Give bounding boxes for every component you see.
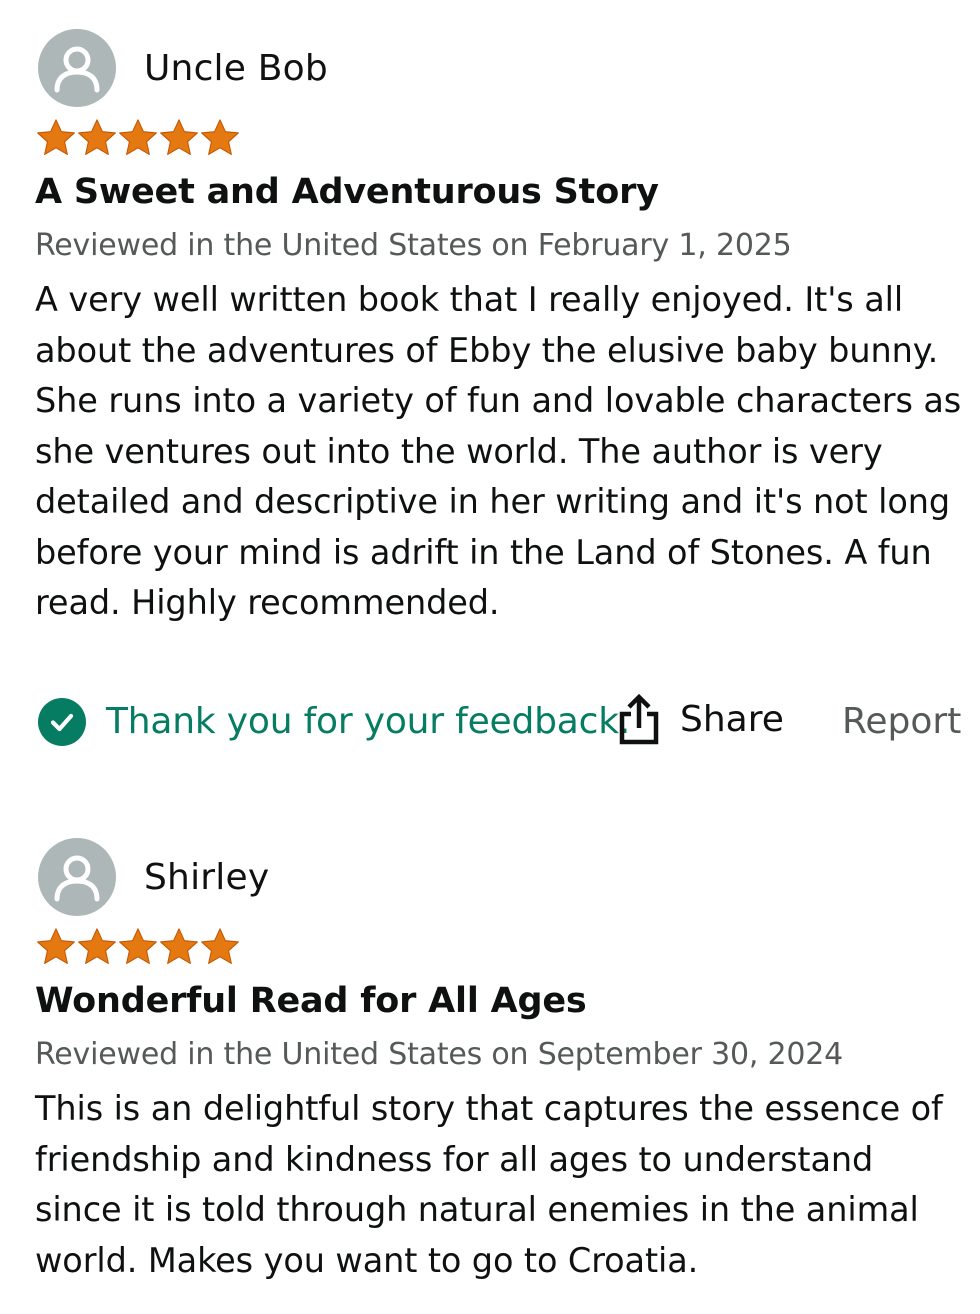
star-icon <box>37 928 75 964</box>
review-date: Reviewed in the United States on Februar… <box>35 228 792 263</box>
star-icon <box>119 119 157 155</box>
review-author[interactable]: Uncle Bob <box>38 28 328 108</box>
review-title[interactable]: A Sweet and Adventurous Story <box>35 172 965 212</box>
review-date: Reviewed in the United States on Septemb… <box>35 1037 844 1072</box>
star-rating <box>35 926 240 968</box>
star-icon <box>201 119 239 155</box>
review-body: A very well written book that I really e… <box>35 280 962 622</box>
report-link[interactable]: Report <box>842 698 961 746</box>
star-rating <box>35 117 240 159</box>
avatar <box>38 838 116 916</box>
share-label: Share <box>680 699 784 740</box>
star-icon <box>78 119 116 155</box>
avatar <box>38 29 116 107</box>
share-icon <box>619 693 659 745</box>
check-circle-icon <box>38 698 86 746</box>
review-author[interactable]: Shirley <box>38 837 269 917</box>
review-title[interactable]: Wonderful Read for All Ages <box>35 981 965 1021</box>
review-body: This is an delightful story that capture… <box>35 1089 943 1280</box>
star-icon <box>160 119 198 155</box>
default-user-avatar-icon <box>54 46 100 93</box>
star-icon <box>160 928 198 964</box>
share-button[interactable]: Share <box>616 692 784 748</box>
author-name[interactable]: Shirley <box>144 857 269 898</box>
author-name[interactable]: Uncle Bob <box>144 48 328 89</box>
star-icon <box>119 928 157 964</box>
feedback-confirmation: Thank you for your feedback. <box>106 701 631 742</box>
star-icon <box>78 928 116 964</box>
default-user-avatar-icon <box>54 855 100 902</box>
star-icon <box>37 119 75 155</box>
star-icon <box>201 928 239 964</box>
